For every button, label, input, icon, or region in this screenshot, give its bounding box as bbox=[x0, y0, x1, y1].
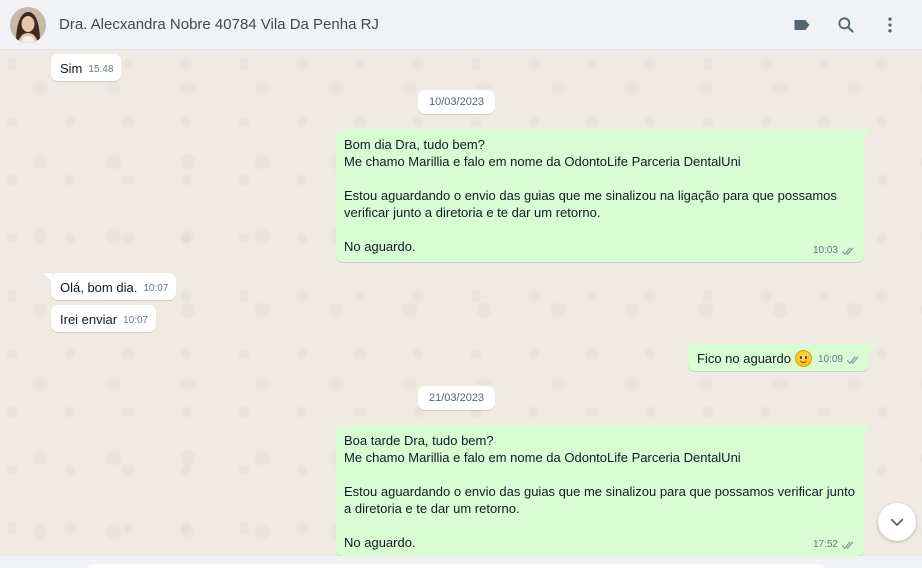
contact-avatar[interactable] bbox=[10, 6, 46, 43]
double-check-icon bbox=[841, 540, 854, 549]
double-check-icon bbox=[846, 355, 859, 364]
message-incoming[interactable]: Olá, bom dia. 10:07 bbox=[43, 273, 177, 300]
search-icon[interactable] bbox=[828, 7, 864, 43]
date-divider: 21/03/2023 bbox=[418, 386, 496, 410]
message-time: 17:52 bbox=[812, 539, 838, 550]
message-time: 10:07 bbox=[143, 283, 169, 294]
message-text: Olá, bom dia. bbox=[60, 280, 138, 295]
label-icon[interactable] bbox=[784, 7, 820, 43]
composer-bar bbox=[0, 556, 922, 568]
message-time: 10:03 bbox=[812, 245, 838, 256]
smiling-face-emoji-icon bbox=[794, 350, 812, 367]
chevron-down-icon bbox=[890, 518, 904, 526]
message-meta: 10:03 bbox=[813, 242, 856, 259]
contact-name[interactable]: Dra. Alecxandra Nobre 40784 Vila Da Penh… bbox=[59, 16, 784, 33]
message-meta: 10:09 bbox=[818, 351, 861, 368]
message-text: Fico no aguardo bbox=[697, 351, 791, 366]
menu-icon[interactable] bbox=[872, 7, 908, 43]
message-text: Irei enviar bbox=[60, 312, 118, 327]
message-input[interactable] bbox=[86, 564, 826, 568]
message-outgoing[interactable]: Bom dia Dra, tudo bem? Me chamo Marillia… bbox=[336, 129, 871, 262]
message-outgoing[interactable]: Fico no aguardo 10:09 bbox=[688, 344, 876, 371]
double-check-icon bbox=[841, 246, 854, 255]
message-time: 10:09 bbox=[817, 354, 843, 365]
message-meta: 17:52 bbox=[813, 536, 856, 553]
message-outgoing[interactable]: Boa tarde Dra, tudo bem? Me chamo Marill… bbox=[336, 425, 871, 556]
message-text: Boa tarde Dra, tudo bem? Me chamo Marill… bbox=[344, 433, 855, 550]
message-text: Sim bbox=[60, 61, 83, 76]
scroll-to-bottom-button[interactable] bbox=[878, 503, 916, 541]
message-incoming[interactable]: Sim 15:48 bbox=[51, 54, 122, 81]
chat-area: Sim 15:48 10/03/2023 Bom dia Dra, tudo b… bbox=[0, 50, 922, 556]
chat-header: Dra. Alecxandra Nobre 40784 Vila Da Penh… bbox=[0, 0, 922, 50]
message-text: Bom dia Dra, tudo bem? Me chamo Marillia… bbox=[344, 137, 837, 254]
message-time: 10:07 bbox=[123, 315, 149, 326]
date-divider: 10/03/2023 bbox=[418, 90, 496, 114]
message-time: 15:48 bbox=[88, 64, 114, 75]
message-incoming[interactable]: Irei enviar 10:07 bbox=[51, 305, 157, 332]
